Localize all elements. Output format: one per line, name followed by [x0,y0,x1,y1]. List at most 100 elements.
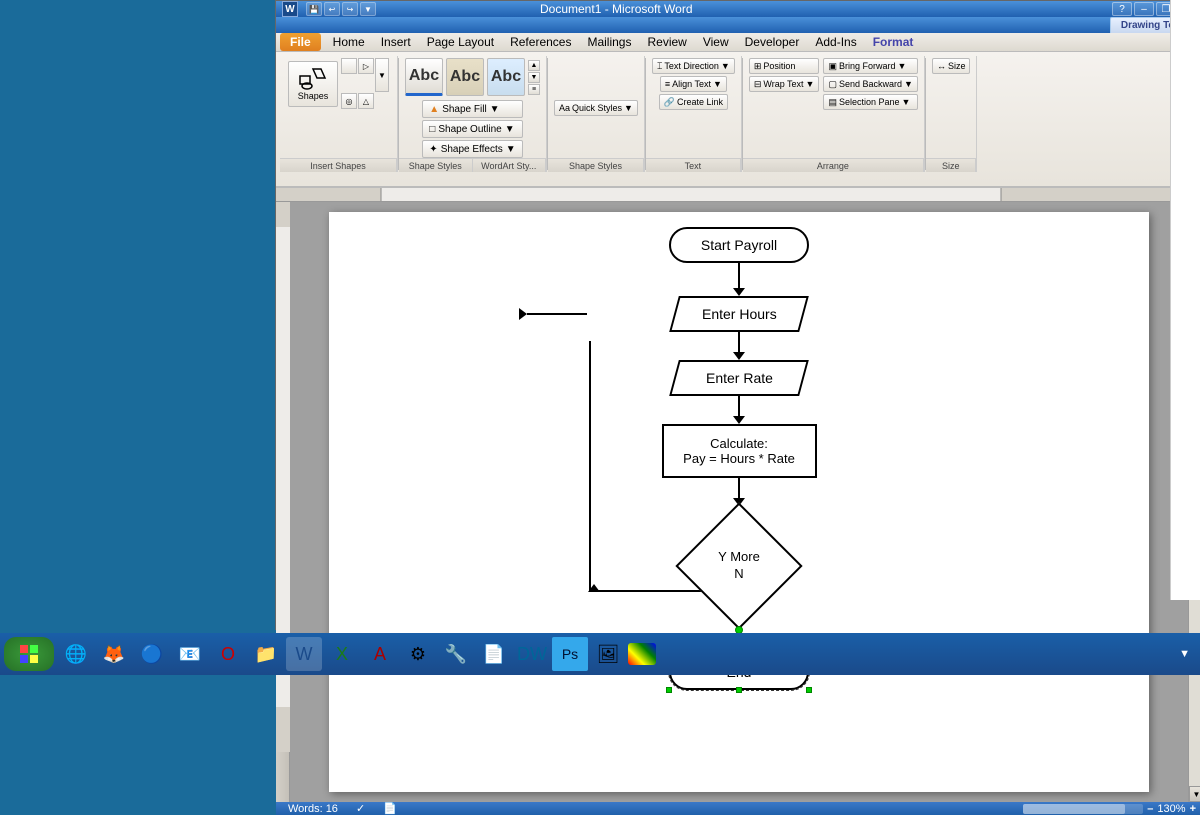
taskbar-color[interactable] [628,643,656,665]
quick-styles-group: Aa Quick Styles ▼ Shape Styles [548,56,645,172]
words-count: Words: 16 [284,803,342,815]
quick-styles-label-bar: Shape Styles [548,158,644,172]
shape-effects-button[interactable]: ✦ Shape Effects ▼ [422,140,522,158]
zoom-in-button[interactable]: + [1190,803,1196,815]
style-scroll-down[interactable]: ▼ [528,72,540,83]
menu-references[interactable]: References [502,33,579,51]
taskbar-outlook[interactable]: 📧 [172,637,208,671]
fill-dropdown[interactable]: ▼ [490,104,500,115]
menu-review[interactable]: Review [639,33,694,51]
taskbar-word[interactable]: W [286,637,322,671]
wrap-text-button[interactable]: ⊟ Wrap Text ▼ [749,76,820,92]
send-backward-button[interactable]: ▢ Send Backward ▼ [823,76,917,92]
arrange-btns: ⊞ Position ⊟ Wrap Text ▼ ▣ Bring Forward [749,58,918,110]
shapes-button[interactable]: Shapes [288,61,338,107]
style-more[interactable]: ≡ [528,84,540,95]
scroll-down-button[interactable]: ▼ [1189,786,1200,802]
outline-dropdown[interactable]: ▼ [505,124,515,135]
menu-format[interactable]: Format [865,33,922,51]
shape-format-btns: ▲ Shape Fill ▼ □ Shape Outline ▼ ✦ Shape… [422,100,522,158]
shape-fill-label: Shape Fill [442,104,486,115]
bring-forward-dropdown[interactable]: ▼ [898,61,907,71]
shape-outline-button[interactable]: □ Shape Outline ▼ [422,120,522,138]
ribbon: Shapes ▷ ▼ ◎ △ I [276,52,1200,188]
shape-fill-button[interactable]: ▲ Shape Fill ▼ [422,100,522,118]
connector-2 [738,332,740,352]
help-button[interactable]: ? [1112,2,1132,16]
doc-scroll-area[interactable]: Start Payroll [290,202,1188,802]
menu-add-ins[interactable]: Add-Ins [807,33,864,51]
taskbar-opera[interactable]: O [210,637,246,671]
menu-file[interactable]: File [280,33,321,51]
enter-hours-parallelogram: Enter Hours [669,296,809,332]
bring-forward-button[interactable]: ▣ Bring Forward ▼ [823,58,917,74]
create-link-button[interactable]: 🔗 Create Link [659,94,728,110]
start-payroll-shape: Start Payroll [669,227,809,263]
taskbar-explorer[interactable]: 📁 [248,637,284,671]
taskbar-access[interactable]: A [362,637,398,671]
start-button[interactable] [4,637,54,671]
text-dir-dropdown[interactable]: ▼ [721,61,730,71]
taskbar-right: ▼ [1179,648,1196,660]
menu-home[interactable]: Home [325,33,373,51]
shape-effects-label: Shape Effects [441,144,503,155]
style-btn-3[interactable]: Abc [487,58,525,96]
style-scroll: ▲ ▼ ≡ [528,60,540,95]
menu-developer[interactable]: Developer [737,33,808,51]
taskbar-firefox[interactable]: 🦊 [96,637,132,671]
menu-page-layout[interactable]: Page Layout [419,33,502,51]
menu-view[interactable]: View [695,33,737,51]
send-backward-dropdown[interactable]: ▼ [904,79,913,89]
style-btn-2[interactable]: Abc [446,58,484,96]
calculate-process: Calculate: Pay = Hours * Rate [662,424,817,478]
doc-page: Start Payroll [329,212,1149,792]
title-bar-left: W 💾 ↩ ↪ ▼ Document1 - Microsoft Word [282,1,693,17]
taskbar-ps[interactable]: Ps [552,637,588,671]
align-dropdown[interactable]: ▼ [713,79,722,89]
align-text-button[interactable]: ≡ Align Text ▼ [660,76,727,92]
menu-insert[interactable]: Insert [373,33,419,51]
sel-pane-dropdown[interactable]: ▼ [902,97,911,107]
bring-forward-icon: ▣ [828,61,837,72]
taskbar-misc[interactable]: 🖼 [590,637,626,671]
effects-dropdown[interactable]: ▼ [506,144,516,155]
sel-pane-icon: ▤ [828,97,837,108]
taskbar-tool2[interactable]: 🔧 [438,637,474,671]
taskbar-chrome[interactable]: 🔵 [134,637,170,671]
connector-4 [738,478,740,498]
undo-icon[interactable]: ↩ [324,2,340,16]
wrap-dropdown[interactable]: ▼ [806,79,815,89]
loop-line-h [527,313,587,315]
text-direction-button[interactable]: ⌶ Text Direction ▼ [652,58,735,74]
shape-outline-label: Shape Outline [438,124,501,135]
connector-1 [738,263,740,288]
save-icon[interactable]: 💾 [306,2,322,16]
taskbar-excel[interactable]: X [324,637,360,671]
zoom-bar[interactable] [1023,804,1143,814]
shape-option-2[interactable]: ▷ [358,58,374,74]
customize-icon[interactable]: ▼ [360,2,376,16]
send-backward-icon: ▢ [828,79,837,90]
shape-option-1[interactable] [341,58,357,74]
arrow-right-icon [519,308,527,320]
quick-styles-button[interactable]: Aa Quick Styles ▼ [554,100,638,116]
taskbar-pdf[interactable]: 📄 [476,637,512,671]
quick-styles-btns: Aa Quick Styles ▼ [554,100,638,116]
menu-mailings[interactable]: Mailings [579,33,639,51]
qs-dropdown[interactable]: ▼ [624,103,633,113]
selection-pane-button[interactable]: ▤ Selection Pane ▼ [823,94,917,110]
style-scroll-up[interactable]: ▲ [528,60,540,71]
shape-option-3[interactable]: ◎ [341,93,357,109]
shape-dropdown[interactable]: ▼ [375,58,389,92]
size-button[interactable]: ↔ Size [932,58,971,74]
position-button[interactable]: ⊞ Position [749,58,820,74]
taskbar-ie[interactable]: 🌐 [58,637,94,671]
shape-option-4[interactable]: △ [358,93,374,109]
taskbar-dw[interactable]: DW [514,637,550,671]
taskbar-tool1[interactable]: ⚙ [400,637,436,671]
redo-icon[interactable]: ↪ [342,2,358,16]
arrow-3 [733,416,745,424]
style-btn-1[interactable]: Abc [405,58,443,96]
zoom-out-button[interactable]: – [1147,803,1153,815]
minimize-button[interactable]: – [1134,2,1154,16]
